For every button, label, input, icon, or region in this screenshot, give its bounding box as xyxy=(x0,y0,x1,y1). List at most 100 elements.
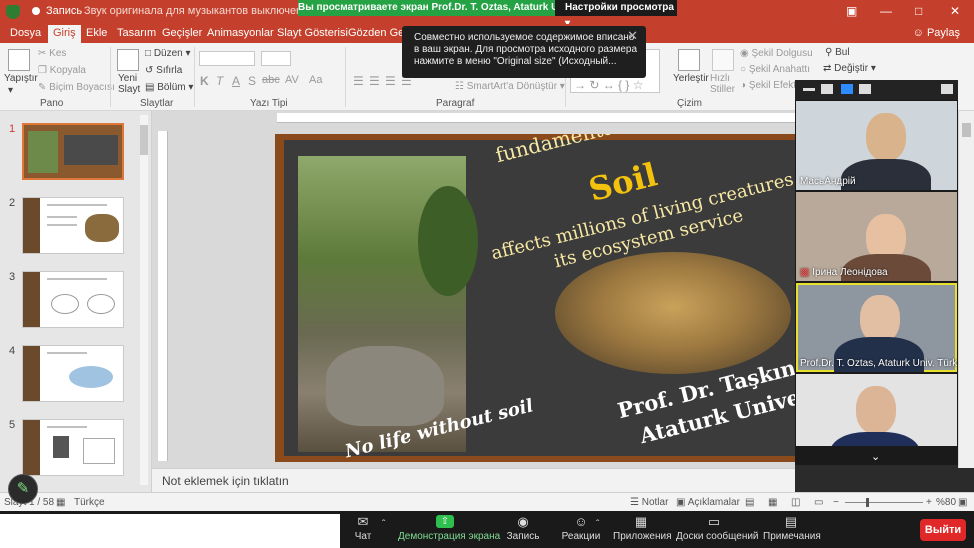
current-slide[interactable]: fundamental source of life Soil affects … xyxy=(275,134,795,462)
participant-tile-active-speaker[interactable]: Prof.Dr. T. Oztas, Ataturk Univ. Türki..… xyxy=(796,283,957,372)
apps-button[interactable]: ▦ Приложения xyxy=(613,511,672,542)
zoom-in-button[interactable]: + xyxy=(926,497,932,508)
participant-tile[interactable]: МасьАндрій xyxy=(796,101,957,190)
group-font: Yazı Tipi xyxy=(250,98,288,109)
single-view-icon[interactable] xyxy=(821,84,833,94)
share-screen-button[interactable]: ⇧ Демонстрация экрана xyxy=(398,511,500,542)
share-button[interactable]: ☺ Paylaş xyxy=(913,27,960,39)
close-icon[interactable]: ✕ xyxy=(950,4,960,18)
layout-button[interactable]: □ Düzen ▾ xyxy=(145,48,191,59)
chevron-up-icon[interactable]: ˆ xyxy=(596,519,599,530)
fit-to-window-icon[interactable]: ▣ xyxy=(958,497,967,508)
tab-gecisler[interactable]: Geçişler xyxy=(162,27,202,39)
notes-button[interactable]: ☰ Notlar xyxy=(630,497,668,508)
section-button[interactable]: ▤ Bölüm ▾ xyxy=(145,82,193,93)
zoom-slider[interactable] xyxy=(845,502,923,503)
shadow-button[interactable]: S xyxy=(248,74,256,88)
slide-thumbnail[interactable] xyxy=(22,197,124,254)
exit-fullscreen-icon[interactable] xyxy=(941,84,953,94)
chat-button[interactable]: ✉ Чат xyxy=(348,511,378,542)
slide-thumbnail[interactable] xyxy=(22,271,124,328)
comments-button[interactable]: ▣ Açıklamalar xyxy=(676,497,740,508)
bold-button[interactable]: K xyxy=(200,74,209,88)
zoom-level[interactable]: %80 xyxy=(936,497,956,508)
thumbnail-diagram xyxy=(87,294,115,314)
app-window: Запись Звук оригинала для музыкантов вык… xyxy=(0,0,974,548)
shape-arrow-icon[interactable]: → ↻ ↔ { } ☆ xyxy=(574,78,644,92)
maximize-icon[interactable]: □ xyxy=(915,4,922,18)
zoom-out-button[interactable]: − xyxy=(833,497,839,508)
shape-effects-button[interactable]: ◑ Şekil Efekt xyxy=(740,80,796,91)
reset-button[interactable]: ↺ Sıfırla xyxy=(145,65,182,76)
chevron-up-icon[interactable]: ˆ xyxy=(382,519,385,530)
paste-button[interactable]: Yapıştır xyxy=(4,73,38,84)
copy-button[interactable]: ❐ Kopyala xyxy=(38,65,86,76)
record-dot-icon xyxy=(32,7,40,15)
normal-view-icon[interactable]: ▤ xyxy=(745,497,754,508)
char-spacing-button[interactable]: AV xyxy=(285,74,299,86)
chevron-down-icon[interactable]: ⌄ xyxy=(871,450,880,463)
replace-button[interactable]: ⇄ Değiştir ▾ xyxy=(823,63,876,74)
vertical-scrollbar[interactable] xyxy=(958,111,974,468)
paste-dropdown-icon[interactable]: ▾ xyxy=(8,85,13,96)
notes-pane[interactable]: Not eklemek için tıklatın xyxy=(152,468,795,492)
reactions-button[interactable]: ☺ Реакции xyxy=(561,511,601,542)
slide-thumbnail[interactable] xyxy=(22,123,124,180)
whiteboard-button[interactable]: ▭ Доски сообщений xyxy=(676,511,759,542)
tab-giris[interactable]: Giriş xyxy=(48,25,81,43)
tab-slayt-gosterisi[interactable]: Slayt Gösterisi xyxy=(277,27,348,39)
align-left-icon[interactable]: ☰ xyxy=(353,74,364,88)
font-size-input[interactable] xyxy=(261,51,291,66)
tab-animasyonlar[interactable]: Animasyonlar xyxy=(207,27,274,39)
find-button[interactable]: ⚲ Bul xyxy=(825,47,850,58)
scrollbar-thumb[interactable] xyxy=(962,123,971,137)
minimize-icon[interactable]: — xyxy=(880,4,892,18)
font-name-input[interactable] xyxy=(199,51,255,66)
view-settings-button[interactable]: Настройки просмотра ▾ xyxy=(555,0,677,29)
zoom-slider-thumb[interactable] xyxy=(866,498,870,507)
close-icon[interactable]: ✕ xyxy=(627,29,638,42)
strikethrough-button[interactable]: abc xyxy=(262,74,280,86)
minimize-icon[interactable] xyxy=(803,88,815,91)
record-label[interactable]: Запись xyxy=(46,5,82,17)
thumbnail-scrollbar[interactable] xyxy=(140,115,148,485)
language-label[interactable]: Türkçe xyxy=(74,497,105,508)
record-button[interactable]: ◉ Запись xyxy=(505,511,541,542)
leave-button[interactable]: Выйти xyxy=(920,519,966,541)
paste-icon[interactable] xyxy=(8,49,30,71)
slide-sorter-icon[interactable]: ▦ xyxy=(768,497,777,508)
participant-tile[interactable]: ▩ Ірина Леонідова xyxy=(796,192,957,281)
quick-styles-icon[interactable] xyxy=(712,49,734,71)
format-painter-button[interactable]: ✎ Biçim Boyacısı xyxy=(38,82,115,93)
speaker-view-icon[interactable] xyxy=(841,84,853,94)
participant-tile[interactable] xyxy=(796,374,957,446)
tab-tasarim[interactable]: Tasarım xyxy=(117,27,156,39)
slideshow-icon[interactable]: ▭ xyxy=(814,497,823,508)
smartart-button[interactable]: ☷ SmartArt'a Dönüştür ▾ xyxy=(455,81,565,92)
align-right-icon[interactable]: ☰ xyxy=(385,74,396,88)
annotate-pen-icon[interactable]: ✎ xyxy=(8,474,38,504)
quick-styles-button[interactable]: Hızlı Stiller xyxy=(710,73,742,95)
new-slide-button[interactable]: Yeni Slayt xyxy=(118,73,144,95)
cut-button[interactable]: ✂ Kes xyxy=(38,48,66,59)
arrange-icon[interactable] xyxy=(678,49,700,71)
change-case-button[interactable]: Aa xyxy=(309,74,322,86)
reset-label: Sıfırla xyxy=(156,65,183,76)
scrollbar-thumb[interactable] xyxy=(140,125,148,155)
gallery-view-icon[interactable] xyxy=(859,84,871,94)
slide-thumbnail[interactable] xyxy=(22,419,124,476)
reading-view-icon[interactable]: ◫ xyxy=(791,497,800,508)
align-center-icon[interactable]: ☰ xyxy=(369,74,380,88)
underline-button[interactable]: A xyxy=(232,74,240,88)
shape-fill-button[interactable]: ◉ Şekil Dolgusu xyxy=(740,48,813,59)
tab-dosya[interactable]: Dosya xyxy=(10,27,41,39)
arrange-button[interactable]: Yerleştir xyxy=(673,73,709,84)
italic-button[interactable]: T xyxy=(216,74,223,88)
slide-thumbnail[interactable] xyxy=(22,345,124,402)
shape-outline-button[interactable]: ○ Şekil Anahattı xyxy=(740,64,810,75)
restore-icon[interactable]: ▣ xyxy=(846,4,857,18)
notes-button[interactable]: ▤ Примечания xyxy=(763,511,821,542)
spellcheck-icon[interactable]: ▦ xyxy=(56,497,65,508)
new-slide-icon[interactable] xyxy=(117,49,139,71)
tab-ekle[interactable]: Ekle xyxy=(86,27,107,39)
